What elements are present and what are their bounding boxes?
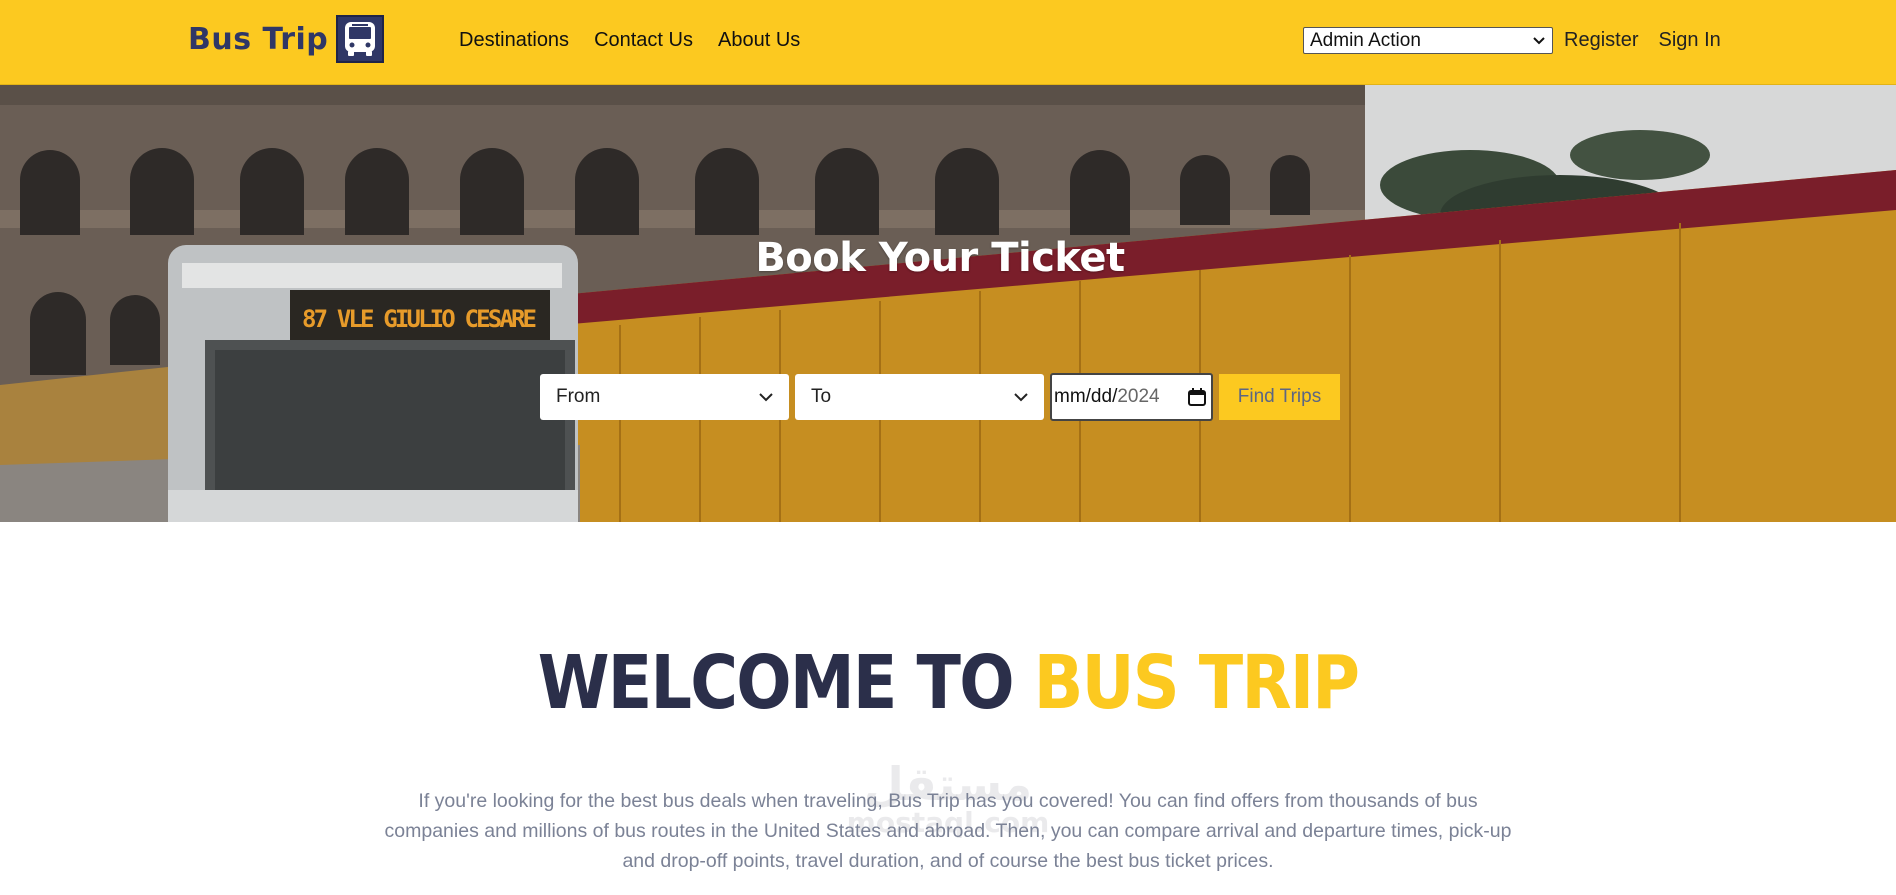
from-select-label: From xyxy=(556,386,601,407)
admin-action-select[interactable]: Admin Action xyxy=(1303,27,1553,54)
to-select[interactable]: To xyxy=(795,374,1044,420)
find-trips-button[interactable]: Find Trips xyxy=(1219,374,1340,420)
welcome-heading-part1: WELCOME TO xyxy=(537,640,1015,726)
from-select[interactable]: From xyxy=(540,374,789,420)
chevron-down-icon xyxy=(1014,393,1028,402)
trip-search-form: From To mm/dd/2024 Find Trips xyxy=(540,373,1340,421)
nav-link-about-us[interactable]: About Us xyxy=(718,29,800,52)
nav-link-contact-us[interactable]: Contact Us xyxy=(594,29,693,52)
chevron-down-icon xyxy=(759,393,773,402)
nav-link-destinations[interactable]: Destinations xyxy=(459,29,569,52)
admin-action-value: Admin Action xyxy=(1310,29,1421,51)
top-navbar: Bus Trip Destinations Contact Us About U… xyxy=(0,0,1896,85)
welcome-heading: WELCOME TO BUS TRIP xyxy=(114,640,1782,726)
hero-background-image: 87 VLE GIULIO CESARE xyxy=(0,85,1896,522)
travel-date-input[interactable]: mm/dd/2024 xyxy=(1050,373,1213,421)
bus-icon xyxy=(336,15,385,63)
brand-logo[interactable]: Bus Trip xyxy=(188,15,385,63)
date-value: mm/dd/2024 xyxy=(1054,386,1160,407)
sign-in-link[interactable]: Sign In xyxy=(1658,29,1720,52)
register-link[interactable]: Register xyxy=(1564,29,1638,52)
bus-destination-sign: 87 VLE GIULIO CESARE xyxy=(302,305,537,333)
main-nav: Destinations Contact Us About Us xyxy=(459,29,800,52)
hero-title: Book Your Ticket xyxy=(755,235,1125,281)
chevron-down-icon xyxy=(1533,36,1545,44)
welcome-paragraph: If you're looking for the best bus deals… xyxy=(384,790,1512,872)
hero-banner: 87 VLE GIULIO CESARE Book Your Ticket Fr… xyxy=(0,85,1896,522)
logo-text: Bus Trip xyxy=(188,21,329,57)
calendar-icon[interactable] xyxy=(1187,387,1207,407)
auth-links: Register Sign In xyxy=(1564,29,1721,52)
welcome-heading-part2: BUS TRIP xyxy=(1033,640,1360,726)
to-select-label: To xyxy=(811,386,832,407)
